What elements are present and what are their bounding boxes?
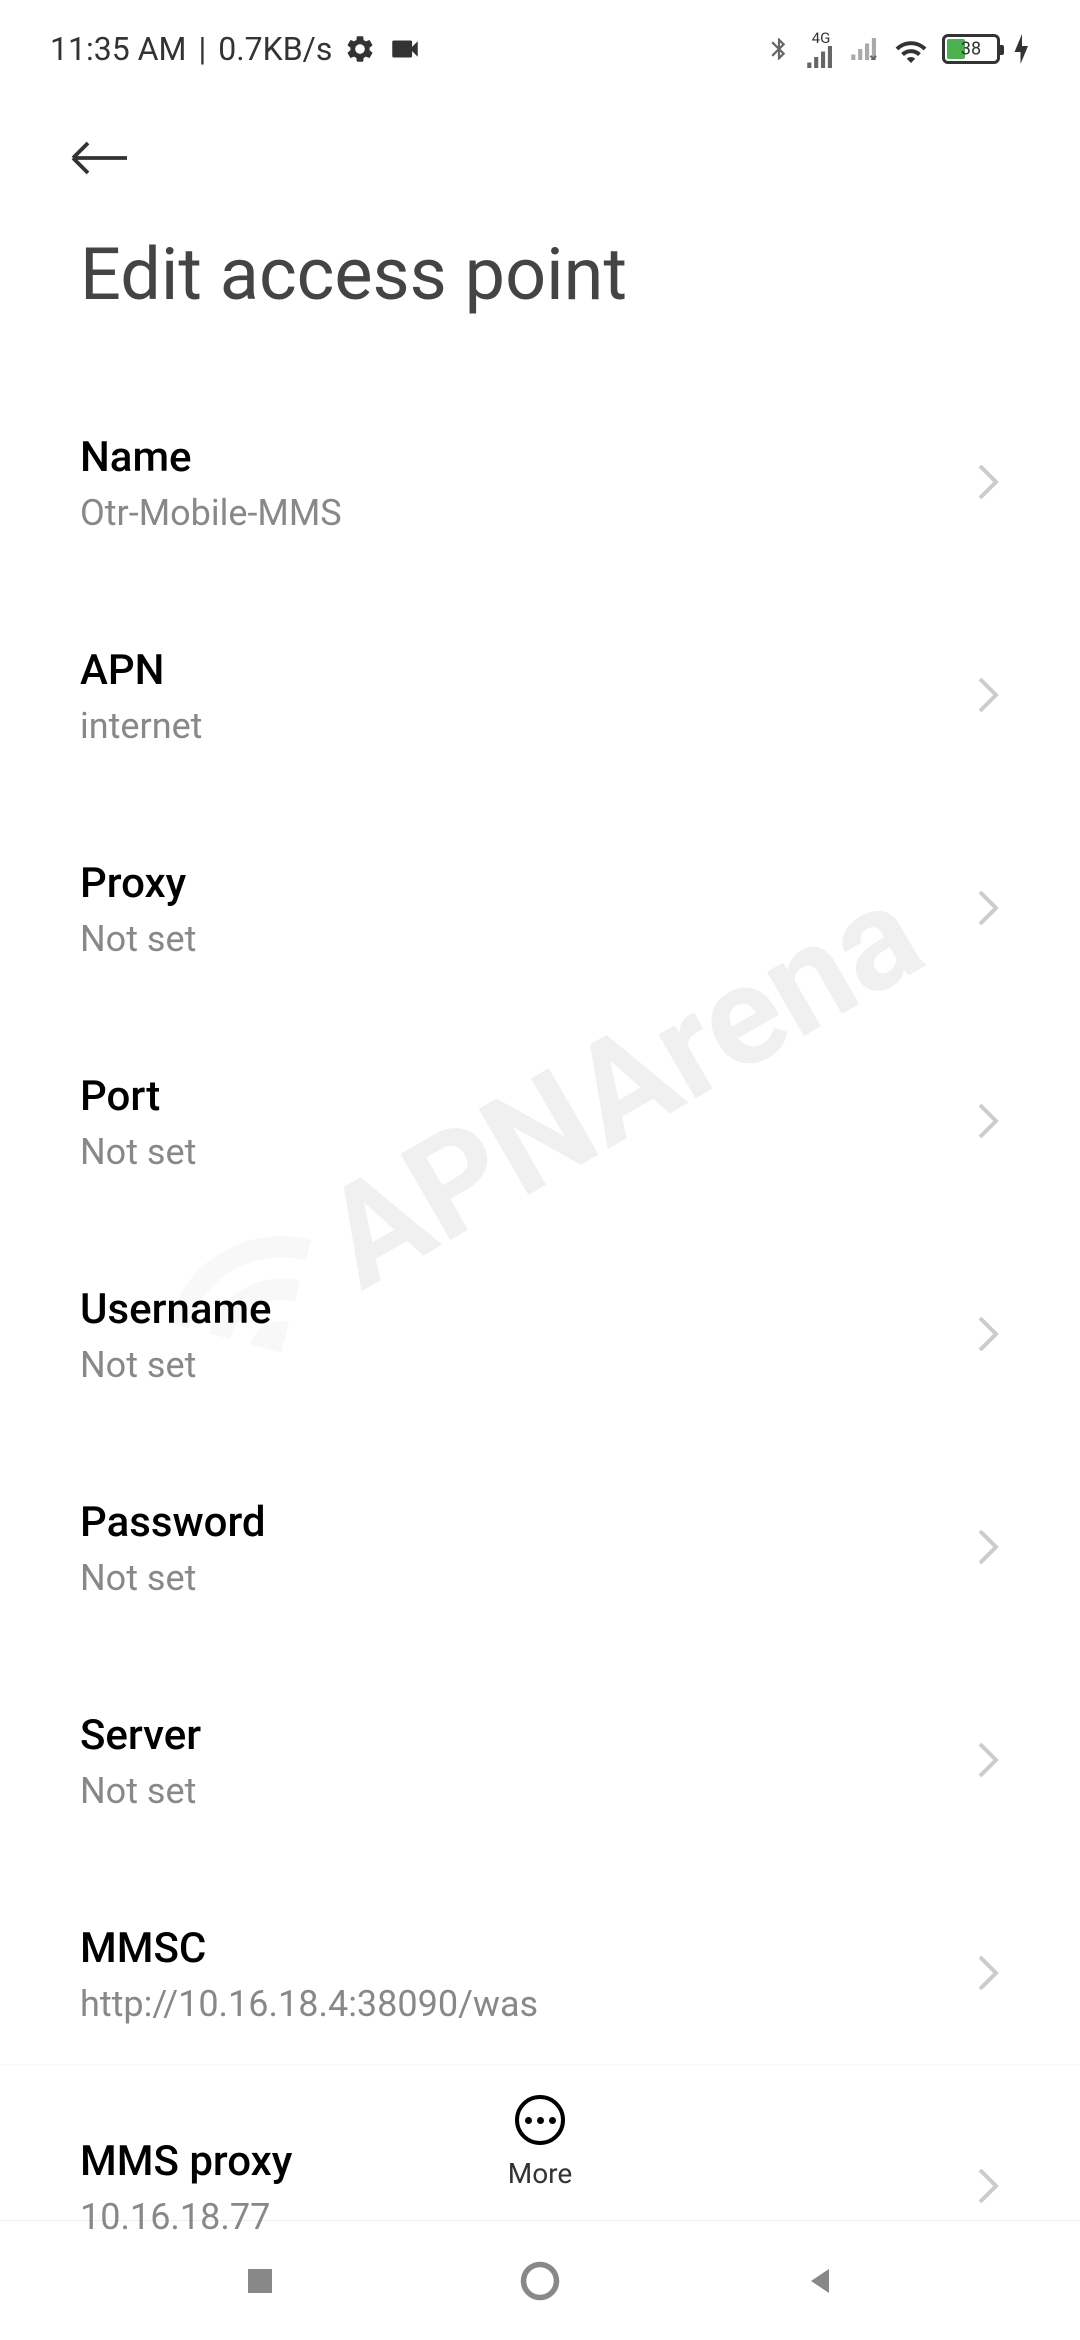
chevron-right-icon [976,675,1000,719]
status-separator: | [198,30,206,68]
setting-value: internet [80,705,976,747]
setting-value: Not set [80,1131,976,1173]
chevron-right-icon [976,1527,1000,1571]
setting-value: 10.16.18.77 [80,2196,976,2238]
setting-item-port[interactable]: Port Not set [80,1016,1000,1229]
signal-nosignal-icon [850,38,880,60]
setting-label: Username [80,1285,976,1334]
settings-list: Name Otr-Mobile-MMS APN internet Proxy N… [0,377,1080,2294]
setting-value: Not set [80,1557,976,1599]
setting-value: Not set [80,918,976,960]
setting-label: Server [80,1711,976,1760]
setting-label: MMS proxy [80,2137,976,2186]
bluetooth-icon [766,33,792,65]
setting-item-mms-proxy[interactable]: MMS proxy 10.16.18.77 [80,2081,1000,2294]
setting-item-name[interactable]: Name Otr-Mobile-MMS [80,377,1000,590]
chevron-right-icon [976,2166,1000,2210]
signal-4g-icon: 4G [806,31,836,68]
gear-icon [344,33,376,65]
status-bar: 11:35 AM | 0.7KB/s 4G [0,0,1080,88]
setting-item-apn[interactable]: APN internet [80,590,1000,803]
charging-icon [1014,34,1030,64]
chevron-right-icon [976,1314,1000,1358]
setting-label: MMSC [80,1924,976,1973]
chevron-right-icon [976,888,1000,932]
back-button[interactable] [0,88,1080,212]
setting-item-mmsc[interactable]: MMSC http://10.16.18.4:38090/was [80,1868,1000,2081]
wifi-icon [894,35,928,63]
camera-icon [388,37,422,61]
setting-value: Otr-Mobile-MMS [80,492,976,534]
battery-icon: 38 [942,34,1000,64]
chevron-right-icon [976,1953,1000,1997]
setting-label: Password [80,1498,976,1547]
chevron-right-icon [976,1101,1000,1145]
status-data-rate: 0.7KB/s [218,30,332,68]
status-time: 11:35 AM [50,30,186,68]
setting-value: Not set [80,1770,976,1812]
setting-item-password[interactable]: Password Not set [80,1442,1000,1655]
chevron-right-icon [976,462,1000,506]
page-title: Edit access point [0,212,1080,377]
setting-value: Not set [80,1344,976,1386]
setting-item-username[interactable]: Username Not set [80,1229,1000,1442]
setting-item-server[interactable]: Server Not set [80,1655,1000,1868]
setting-label: Proxy [80,859,976,908]
setting-label: Name [80,433,976,482]
setting-label: APN [80,646,976,695]
setting-item-proxy[interactable]: Proxy Not set [80,803,1000,1016]
chevron-right-icon [976,1740,1000,1784]
setting-value: http://10.16.18.4:38090/was [80,1983,976,2025]
setting-label: Port [80,1072,976,1121]
